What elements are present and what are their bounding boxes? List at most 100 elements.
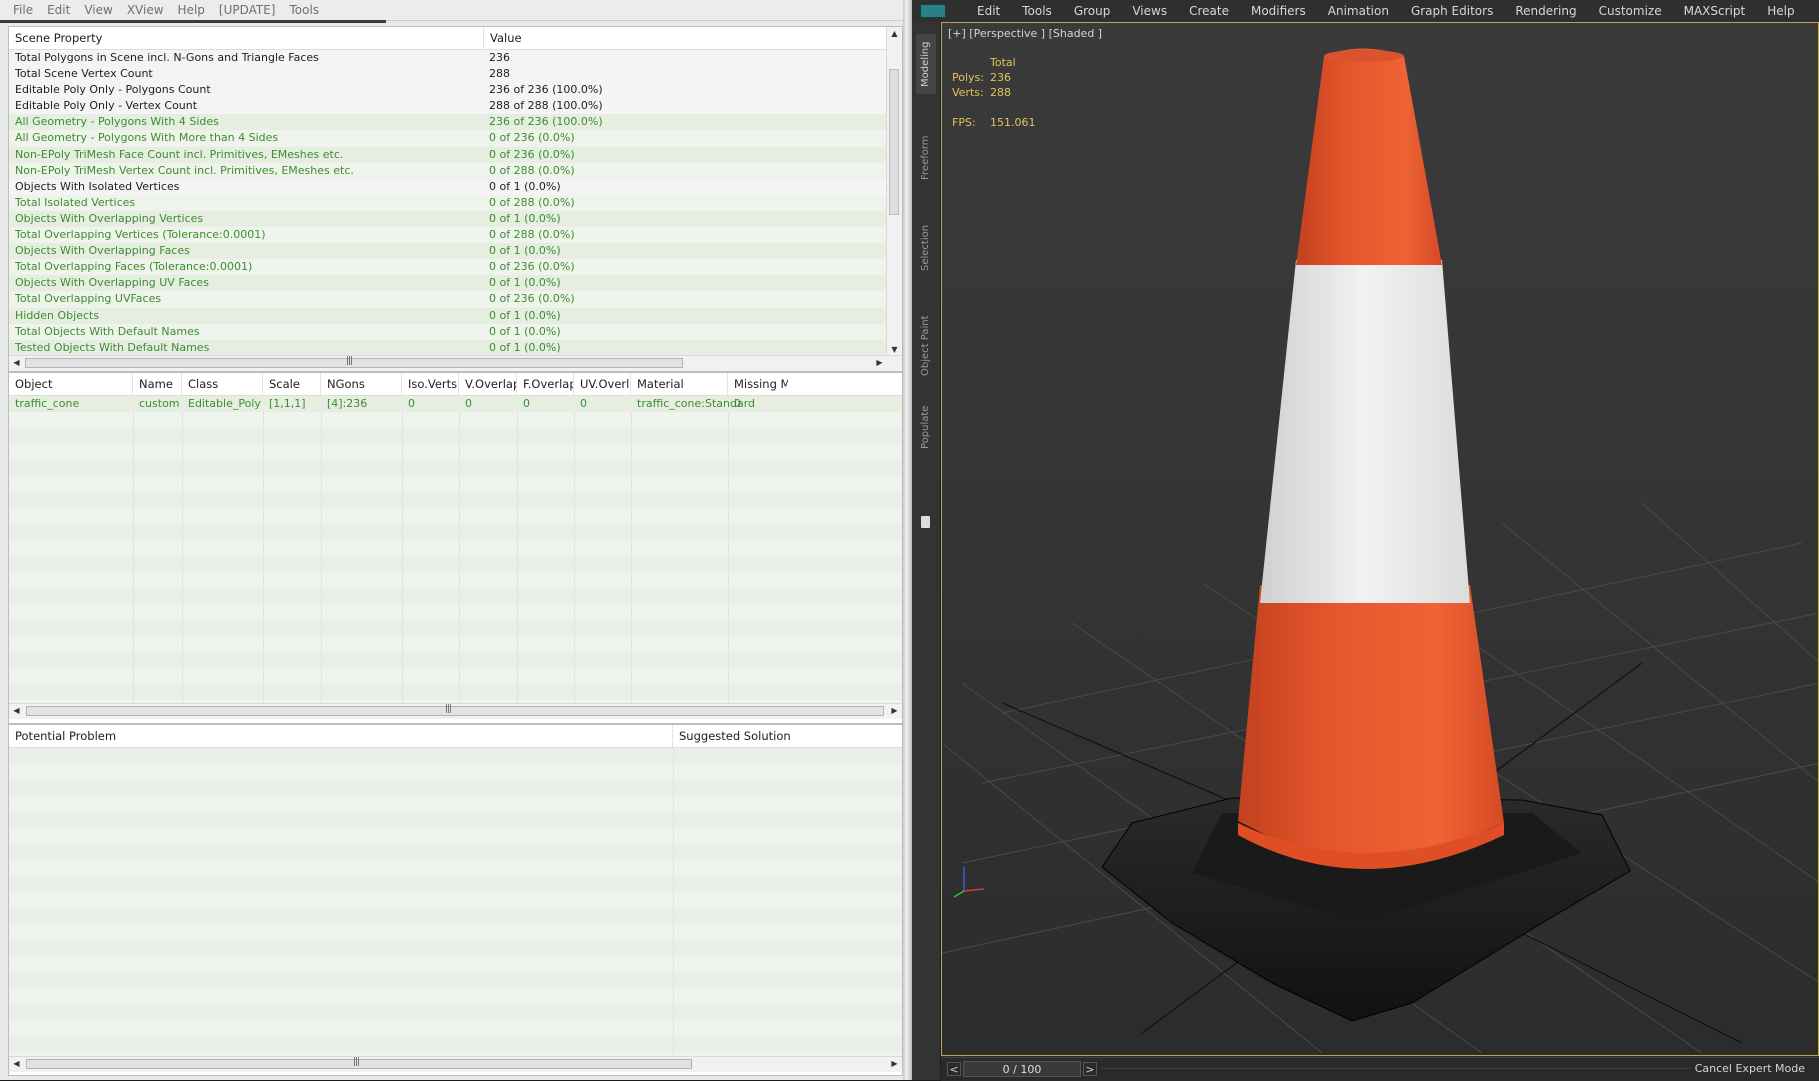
perspective-viewport[interactable]: [+] [Perspective ] [Shaded ] Total Polys… (941, 22, 1819, 1056)
scene-property-row[interactable]: Tested Objects With Default Names 0 of 1 … (9, 339, 887, 356)
menu-item-update[interactable]: [UPDATE] (212, 3, 283, 17)
scene-property-row[interactable]: Total Overlapping Faces (Tolerance:0.000… (9, 259, 887, 276)
scroll-left-arrow-icon[interactable]: ◀ (9, 1057, 24, 1071)
scene-property-row[interactable]: All Geometry - Polygons With 4 Sides 236 … (9, 114, 887, 131)
ribbon-tab-freeform[interactable]: Freeform (916, 128, 936, 188)
max-menu-views[interactable]: Views (1121, 4, 1178, 18)
cancel-expert-mode-button[interactable]: Cancel Expert Mode (1695, 1062, 1805, 1075)
menu-underline (0, 20, 386, 23)
max-menu-rendering[interactable]: Rendering (1504, 4, 1587, 18)
max-menu-group[interactable]: Group (1063, 4, 1122, 18)
scroll-right-arrow-icon[interactable]: ▶ (872, 356, 887, 370)
column-header-class[interactable]: Class (182, 373, 263, 395)
problems-hscrollbar[interactable]: ◀ ||| ▶ (9, 1056, 902, 1072)
scene-property-row[interactable]: Objects With Overlapping Faces 0 of 1 (0.… (9, 243, 887, 260)
menu-item-file[interactable]: File (0, 3, 40, 17)
time-prev-button[interactable]: < (947, 1062, 961, 1076)
column-header-potential-problem[interactable]: Potential Problem (9, 725, 673, 747)
max-logo-icon[interactable] (920, 4, 946, 18)
column-divider (517, 396, 518, 703)
scene-property-value: 0 of 1 (0.0%) (489, 276, 561, 290)
menu-item-view[interactable]: View (77, 3, 119, 17)
time-next-button[interactable]: > (1083, 1062, 1097, 1076)
scene-property-row[interactable]: Editable Poly Only - Vertex Count 288 of … (9, 98, 887, 115)
column-header-uvoverlap[interactable]: UV.Overlap (574, 373, 631, 395)
menu-item-tools[interactable]: Tools (283, 3, 327, 17)
column-header-isoverts[interactable]: Iso.Verts (402, 373, 459, 395)
scroll-thumb[interactable] (889, 69, 899, 215)
column-header-name[interactable]: Name (133, 373, 182, 395)
scene-property-row[interactable]: All Geometry - Polygons With More than 4… (9, 130, 887, 147)
object-row[interactable]: traffic_cone custom Editable_Poly [1,1,1] [4… (9, 396, 902, 412)
scene-property-row[interactable]: Objects With Overlapping Vertices 0 of 1 … (9, 210, 887, 228)
column-header-foverlap[interactable]: F.Overlap (517, 373, 574, 395)
max-window: Edit Tools Group Views Create Modifiers Animat… (912, 0, 1819, 1081)
menu-item-xview[interactable]: XView (120, 3, 171, 17)
object-cell: 0 (408, 397, 415, 410)
viewport-label[interactable]: [+] [Perspective ] [Shaded ] (948, 27, 1102, 40)
column-header-voverlap[interactable]: V.Overlap (459, 373, 517, 395)
ribbon-tab-populate[interactable]: Populate (916, 394, 936, 460)
object-cell: [4]:236 (327, 397, 368, 410)
scroll-up-arrow-icon[interactable]: ▲ (887, 27, 902, 41)
scene-property-row[interactable]: Total Polygons in Scene incl. N-Gons and… (9, 50, 887, 67)
window-splitter[interactable] (903, 0, 912, 1080)
column-header-material[interactable]: Material (631, 373, 728, 395)
scroll-thumb[interactable]: ||| (26, 704, 884, 716)
scroll-thumb[interactable]: ||| (25, 356, 683, 368)
column-header-value[interactable]: Value (484, 27, 887, 49)
scene-property-row[interactable]: Objects With Isolated Vertices 0 of 1 (0.… (9, 178, 887, 195)
scene-property-value: 236 (489, 51, 510, 64)
scene-property-name: Total Polygons in Scene incl. N-Gons and… (15, 51, 319, 64)
max-menu-animation[interactable]: Animation (1317, 4, 1400, 18)
max-menu-create[interactable]: Create (1178, 4, 1240, 18)
scroll-right-arrow-icon[interactable]: ▶ (887, 704, 902, 718)
scroll-right-arrow-icon[interactable]: ▶ (887, 1057, 902, 1071)
max-menu-help[interactable]: Help (1756, 4, 1805, 18)
max-menu-maxscript[interactable]: MAXScript (1673, 4, 1757, 18)
scene-property-row[interactable]: Non-EPoly TriMesh Face Count incl. Primi… (9, 146, 887, 163)
scroll-left-arrow-icon[interactable]: ◀ (9, 356, 24, 370)
time-slider[interactable]: 0 / 100 (963, 1061, 1081, 1077)
menu-item-help[interactable]: Help (171, 3, 212, 17)
column-header-object[interactable]: Object (9, 373, 133, 395)
scroll-thumb[interactable]: ||| (26, 1057, 692, 1069)
column-divider (182, 396, 183, 703)
column-header-scale[interactable]: Scale (263, 373, 321, 395)
scene-property-row[interactable]: Total Isolated Vertices 0 of 288 (0.0%) (9, 194, 887, 211)
column-header-scene-property[interactable]: Scene Property (9, 27, 484, 49)
stats-title: Total (990, 56, 1016, 69)
column-header-suggested-solution[interactable]: Suggested Solution (673, 725, 902, 747)
scene-properties-vscrollbar[interactable]: ▲ ▼ (886, 27, 902, 357)
max-menu-tools[interactable]: Tools (1011, 4, 1063, 18)
ribbon-tab-modeling[interactable]: Modeling (916, 34, 936, 94)
verts-label: Verts: (952, 86, 984, 99)
column-header-missingm[interactable]: Missing M... (728, 373, 788, 395)
ribbon-tab-selection[interactable]: Selection (916, 218, 936, 278)
ribbon-toggle-icon[interactable] (921, 516, 930, 528)
max-menu-graph-editors[interactable]: Graph Editors (1400, 4, 1504, 18)
scroll-left-arrow-icon[interactable]: ◀ (9, 704, 24, 718)
max-menu-edit[interactable]: Edit (966, 4, 1011, 18)
scene-property-row[interactable]: Total Overlapping Vertices (Tolerance:0.… (9, 227, 887, 244)
max-menu-customize[interactable]: Customize (1588, 4, 1673, 18)
max-menu-modifiers[interactable]: Modifiers (1240, 4, 1317, 18)
column-header-ngons[interactable]: NGons (321, 373, 402, 395)
ribbon-tab-object-paint[interactable]: Object Paint (916, 302, 936, 390)
scene-property-row[interactable]: Total Overlapping UVFaces 0 of 236 (0.0%) (9, 291, 887, 308)
polys-label: Polys: (952, 71, 984, 84)
scene-property-value: 236 of 236 (100.0%) (489, 83, 603, 97)
scene-property-row[interactable]: Total Objects With Default Names 0 of 1 (… (9, 323, 887, 340)
scene-property-row[interactable]: Non-EPoly TriMesh Vertex Count incl. Pri… (9, 162, 887, 179)
menu-item-edit[interactable]: Edit (40, 3, 77, 17)
object-cell: custom (139, 397, 180, 410)
scene-property-row[interactable]: Hidden Objects 0 of 1 (0.0%) (9, 307, 887, 324)
scene-property-row[interactable]: Objects With Overlapping UV Faces 0 of 1 … (9, 275, 887, 292)
scene-property-value: 0 of 288 (0.0%) (489, 195, 575, 209)
column-divider (402, 396, 403, 703)
objects-hscrollbar[interactable]: ◀ ||| ▶ (9, 703, 902, 719)
scene-properties-hscrollbar[interactable]: ◀ ||| ▶ (9, 355, 902, 371)
scene-property-row[interactable]: Total Scene Vertex Count 288 (9, 66, 887, 83)
scene-property-row[interactable]: Editable Poly Only - Polygons Count 236 o… (9, 82, 887, 99)
polys-count: 236 (990, 71, 1011, 84)
